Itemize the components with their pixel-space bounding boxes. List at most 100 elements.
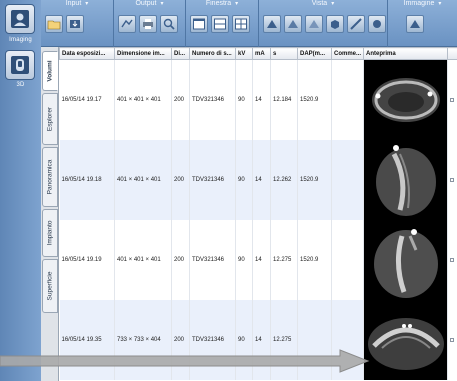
cell-ma: 14 [252, 140, 271, 220]
annotate-tool-button[interactable] [368, 15, 386, 33]
open-folder-button[interactable] [45, 15, 63, 33]
folder-icon [47, 20, 61, 30]
cell-comment [331, 59, 364, 140]
annotation-icon [373, 20, 381, 28]
cell-dap: 1520.9 [297, 140, 332, 220]
cell-dimension: 733 × 733 × 404 [114, 300, 172, 380]
table-row[interactable]: 16/05/14 19.18 401 × 401 × 401 200 TDV32134… [59, 140, 457, 220]
col-header-comment[interactable]: Comme... [331, 47, 364, 60]
group-title-input: Input [65, 0, 82, 7]
layout-grid-button[interactable] [232, 15, 250, 33]
tab-esplorer[interactable]: Esplorer [42, 93, 58, 145]
cell-dap: 1520.9 [297, 59, 332, 140]
chevron-down-icon[interactable]: ▾ [235, 1, 238, 7]
cell-kv: 90 [235, 300, 253, 380]
print-button[interactable] [139, 15, 157, 33]
app-window: Imaging 3D Input ▾ Output ▾ Finestra ▾ V… [0, 0, 457, 381]
window-icon [193, 18, 205, 30]
tab-label-impianto: Impianto [46, 220, 54, 246]
col-header-s[interactable]: s [270, 47, 298, 60]
cell-comment [331, 220, 364, 300]
toolbar-group-vista: Vista ▾ [259, 0, 388, 47]
chevron-down-icon[interactable]: ▾ [85, 1, 88, 7]
split-window-icon [214, 18, 226, 30]
preview-thumbnail[interactable] [363, 300, 448, 380]
coronal-view-icon [288, 20, 298, 28]
row-marker [450, 338, 454, 342]
tab-label-superficie: Superficie [46, 271, 54, 301]
col-header-extra[interactable] [447, 47, 457, 60]
cell-dap: 1520.9 [297, 220, 332, 300]
search-button[interactable] [160, 15, 178, 33]
layout-split-button[interactable] [211, 15, 229, 33]
cell-dimension: 401 × 401 × 401 [114, 59, 172, 140]
view-coronal-button[interactable] [284, 15, 302, 33]
chevron-down-icon[interactable]: ▾ [331, 1, 334, 7]
tab-superficie[interactable]: Superficie [42, 259, 58, 313]
axial-view-icon [267, 20, 277, 28]
view-sagittal-button[interactable] [305, 15, 323, 33]
preview-thumbnail[interactable] [363, 220, 448, 300]
layout-single-button[interactable] [190, 15, 208, 33]
import-button[interactable] [66, 15, 84, 33]
cell-di: 200 [171, 220, 190, 300]
ribbon-toolbar: Input ▾ Output ▾ Finestra ▾ Vista ▾ Imma… [41, 0, 457, 47]
preview-thumbnail[interactable] [363, 140, 448, 220]
vertical-tab-strip: Volumi Esplorer Panoramica Impianto Supe… [41, 47, 59, 381]
cell-s: 12.184 [270, 59, 298, 140]
group-title-immagine: Immagine [403, 0, 435, 7]
cell-s: 12.262 [270, 140, 298, 220]
cell-serial: TDV321346 [189, 59, 236, 140]
cell-comment [331, 300, 364, 380]
image-adjust-icon [410, 20, 420, 28]
volumes-table: Data esposizi... Dimensione im... Di... … [59, 47, 457, 381]
export-button[interactable] [118, 15, 136, 33]
chevron-down-icon[interactable]: ▾ [438, 1, 441, 7]
imaging-icon [11, 10, 29, 28]
cell-serial: TDV321346 [189, 300, 236, 380]
image-adjust-button[interactable] [406, 15, 424, 33]
cell-kv: 90 [235, 59, 253, 140]
tab-panoramica[interactable]: Panoramica [42, 147, 58, 207]
cell-comment [331, 140, 364, 220]
view-3d-button[interactable] [326, 15, 344, 33]
table-row[interactable]: 16/05/14 19.35 733 × 733 × 404 200 TDV32134… [59, 300, 457, 380]
left-sidebar: Imaging 3D [0, 0, 41, 381]
preview-thumbnail[interactable] [363, 59, 448, 140]
col-header-dap[interactable]: DAP(m... [297, 47, 332, 60]
row-extra-cell [447, 59, 457, 140]
col-header-preview[interactable]: Anteprima [363, 47, 448, 60]
col-header-kv[interactable]: kV [235, 47, 253, 60]
col-header-di[interactable]: Di... [171, 47, 190, 60]
measure-tool-button[interactable] [347, 15, 365, 33]
cell-dimension: 401 × 401 × 401 [114, 220, 172, 300]
col-header-serial[interactable]: Numero di s... [189, 47, 236, 60]
cell-serial: TDV321346 [189, 140, 236, 220]
import-icon [70, 20, 80, 28]
chevron-down-icon[interactable]: ▾ [161, 1, 164, 7]
toolbar-group-output: Output ▾ [114, 0, 186, 47]
toolbar-group-immagine: Immagine ▾ [388, 0, 457, 47]
view-axial-button[interactable] [263, 15, 281, 33]
tab-label-esplorer: Esplorer [46, 106, 54, 132]
table-row[interactable]: 16/05/14 19.19 401 × 401 × 401 200 TDV32134… [59, 220, 457, 300]
3d-button[interactable] [5, 50, 35, 80]
tab-impianto[interactable]: Impianto [42, 209, 58, 257]
cell-date: 16/05/14 19.19 [59, 220, 115, 300]
cell-serial: TDV321346 [189, 220, 236, 300]
print-icon [143, 19, 153, 29]
cell-di: 200 [171, 300, 190, 380]
cell-kv: 90 [235, 220, 253, 300]
tab-label-panoramica: Panoramica [46, 159, 54, 195]
table-header-row: Data esposizi... Dimensione im... Di... … [59, 47, 457, 60]
col-header-ma[interactable]: mA [252, 47, 271, 60]
ct-scan-thumbnail-icon [364, 300, 447, 380]
tab-volumi[interactable]: Volumi [42, 51, 58, 91]
col-header-dimension[interactable]: Dimensione im... [114, 47, 172, 60]
row-extra-cell [447, 140, 457, 220]
col-header-date[interactable]: Data esposizi... [59, 47, 115, 60]
table-row[interactable]: 16/05/14 19.17 401 × 401 × 401 200 TDV32134… [59, 59, 457, 140]
group-title-finestra: Finestra [205, 0, 232, 7]
imaging-button[interactable] [5, 4, 35, 34]
ct-scan-thumbnail-icon [364, 140, 447, 220]
